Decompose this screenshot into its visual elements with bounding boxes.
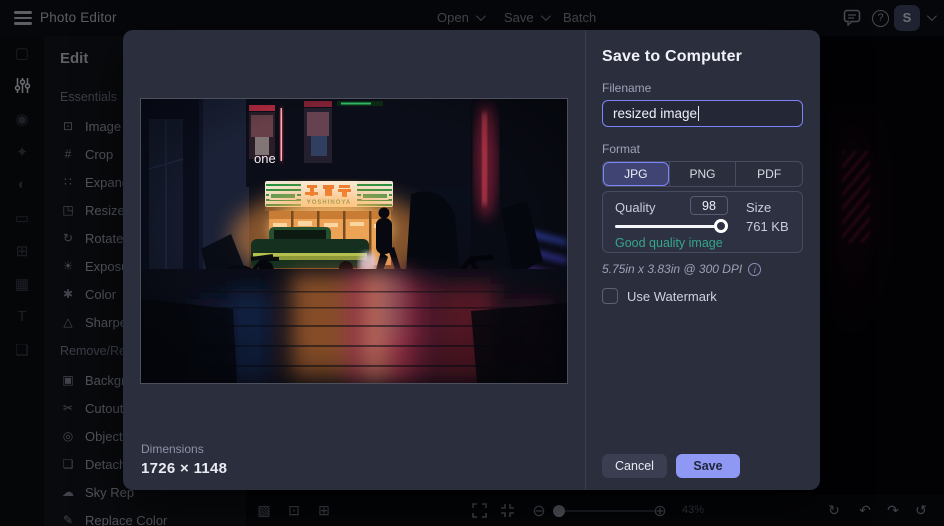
format-segmented-control: JPG PNG PDF xyxy=(602,161,803,187)
quality-value-input[interactable]: 98 xyxy=(690,196,728,215)
dialog-divider xyxy=(585,30,586,490)
save-button[interactable]: Save xyxy=(676,454,740,478)
cancel-button[interactable]: Cancel xyxy=(602,454,667,478)
quality-slider-track xyxy=(615,225,720,228)
format-option-jpg[interactable]: JPG xyxy=(603,162,669,186)
size-label: Size xyxy=(746,200,771,215)
dialog-actions: Cancel Save xyxy=(602,454,740,478)
dialog-title: Save to Computer xyxy=(602,48,803,66)
quality-slider-handle[interactable] xyxy=(714,219,728,233)
save-form: Save to Computer Filename resized image … xyxy=(602,30,803,490)
format-option-pdf[interactable]: PDF xyxy=(735,162,802,186)
dimensions-label: Dimensions xyxy=(141,442,227,456)
size-value: 761 KB xyxy=(746,219,789,234)
quality-label: Quality xyxy=(615,200,655,215)
photo-editor-app: Photo Editor Open Save Batch ? S ▢ ◉ ✦ ◐… xyxy=(0,0,944,526)
save-dialog: one YOSHINOYA xyxy=(123,30,820,490)
watermark-row: Use Watermark xyxy=(602,288,803,304)
dimensions-readout: Dimensions 1726 × 1148 xyxy=(141,442,227,477)
filename-input[interactable]: resized image xyxy=(602,100,803,127)
filename-value: resized image xyxy=(613,106,697,121)
watermark-label: Use Watermark xyxy=(627,289,717,304)
info-icon[interactable]: i xyxy=(748,263,761,276)
text-caret xyxy=(698,106,699,121)
format-option-png[interactable]: PNG xyxy=(669,162,736,186)
format-label: Format xyxy=(602,142,803,156)
quality-note: Good quality image xyxy=(615,236,723,250)
watermark-checkbox[interactable] xyxy=(602,288,618,304)
filename-label: Filename xyxy=(602,81,803,95)
quality-slider[interactable] xyxy=(615,225,728,228)
dimensions-value: 1726 × 1148 xyxy=(141,460,227,477)
image-preview: one YOSHINOYA xyxy=(141,99,567,383)
print-size-info: 5.75in x 3.83in @ 300 DPI i xyxy=(602,262,803,276)
quality-panel: Quality 98 Size 761 KB Good quality imag… xyxy=(602,191,803,253)
